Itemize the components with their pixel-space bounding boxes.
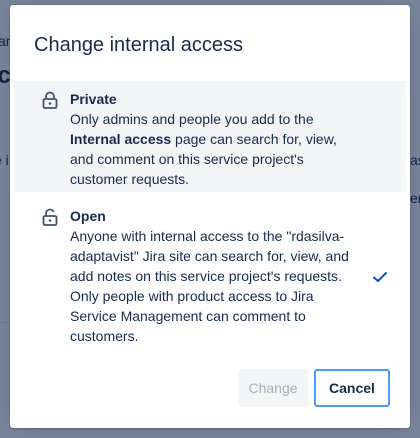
lock-closed-icon: [42, 91, 58, 109]
selected-check-icon: [372, 269, 388, 285]
option-private-name: Private: [70, 91, 117, 107]
option-private-desc-part: Only admins and people you add to the: [70, 111, 314, 127]
dialog-title: Change internal access: [34, 34, 244, 56]
option-private[interactable]: Private Only admins and people you add t…: [14, 81, 406, 192]
internal-access-page-name: Internal access: [70, 131, 172, 147]
change-button[interactable]: Change: [238, 369, 308, 407]
option-private-text: Private Only admins and people you add t…: [70, 89, 355, 189]
option-open[interactable]: Open Anyone with internal access to the …: [14, 195, 406, 345]
option-open-text: Open Anyone with internal access to the …: [70, 206, 355, 346]
option-open-description: Anyone with internal access to the "rdas…: [70, 228, 349, 344]
option-private-description: Only admins and people you add to the In…: [70, 109, 355, 189]
lock-open-icon: [42, 208, 58, 226]
change-internal-access-dialog: Change internal access Private Only admi…: [10, 5, 410, 428]
cancel-button[interactable]: Cancel: [314, 369, 390, 407]
option-open-name: Open: [70, 208, 106, 224]
